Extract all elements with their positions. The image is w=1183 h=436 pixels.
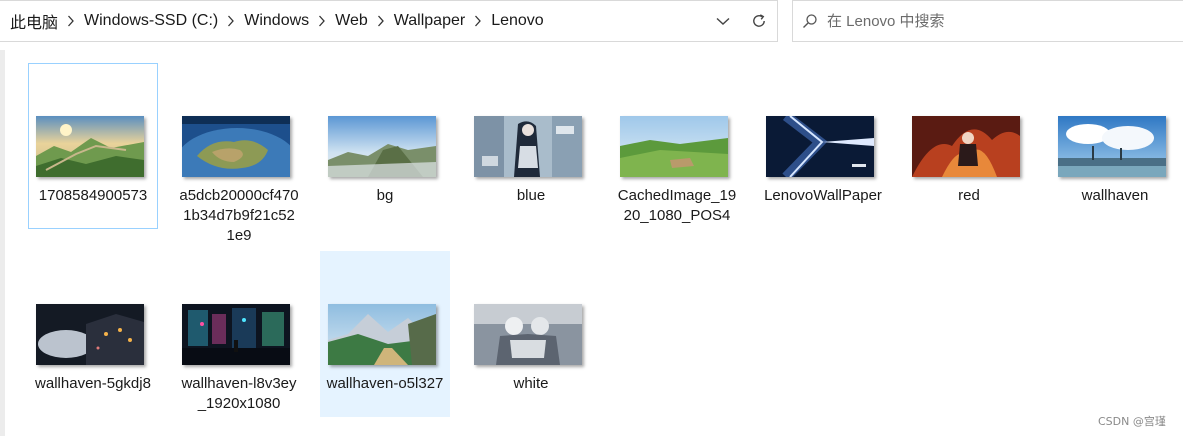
chevron-down-icon xyxy=(716,17,730,25)
file-name: LenovoWallPaper xyxy=(764,187,882,204)
thumbnail xyxy=(1058,116,1166,177)
history-dropdown-button[interactable] xyxy=(705,1,741,41)
file-item[interactable]: 1708584900573 xyxy=(28,63,158,229)
file-item[interactable]: wallhaven-o5l327 xyxy=(320,251,450,417)
breadcrumb: 此电脑 Windows-SSD (C:) Windows Web Wallpap… xyxy=(0,1,705,41)
thumbnail xyxy=(912,116,1020,177)
file-name: white xyxy=(513,375,549,392)
breadcrumb-this-pc[interactable]: 此电脑 xyxy=(10,9,58,33)
thumbnail xyxy=(328,116,436,177)
file-name: CachedImage_1920_1080_POS4 xyxy=(617,187,737,224)
breadcrumb-windows[interactable]: Windows xyxy=(244,12,309,30)
refresh-button[interactable] xyxy=(741,1,777,41)
file-item[interactable]: blue xyxy=(466,63,596,209)
search-icon xyxy=(793,13,827,29)
chevron-right-icon[interactable] xyxy=(309,1,335,41)
navigation-bar: 此电脑 Windows-SSD (C:) Windows Web Wallpap… xyxy=(0,0,1183,47)
file-name: wallhaven xyxy=(1081,187,1149,204)
breadcrumb-lenovo[interactable]: Lenovo xyxy=(491,12,544,30)
breadcrumb-web[interactable]: Web xyxy=(335,12,368,30)
thumbnail xyxy=(182,116,290,177)
file-name: a5dcb20000cf4701b34d7b9f21c521e9 xyxy=(179,187,299,244)
file-item[interactable]: CachedImage_1920_1080_POS4 xyxy=(612,63,742,229)
file-name: bg xyxy=(376,187,394,204)
search-box[interactable] xyxy=(792,0,1183,42)
file-name: 1708584900573 xyxy=(38,187,148,204)
thumbnail xyxy=(474,116,582,177)
file-item[interactable]: red xyxy=(904,63,1034,209)
file-name: blue xyxy=(516,187,546,204)
chevron-right-icon[interactable] xyxy=(218,1,244,41)
file-name: wallhaven-l8v3ey_1920x1080 xyxy=(181,375,297,412)
file-item[interactable]: LenovoWallPaper xyxy=(758,63,888,229)
address-bar[interactable]: 此电脑 Windows-SSD (C:) Windows Web Wallpap… xyxy=(0,0,778,42)
navigation-pane-edge xyxy=(0,50,5,436)
thumbnail xyxy=(36,304,144,365)
chevron-right-icon[interactable] xyxy=(368,1,394,41)
file-item[interactable]: wallhaven xyxy=(1050,63,1180,209)
chevron-right-icon[interactable] xyxy=(465,1,491,41)
breadcrumb-wallpaper[interactable]: Wallpaper xyxy=(394,12,465,30)
file-item[interactable]: white xyxy=(466,251,596,397)
file-name: red xyxy=(958,187,980,204)
file-item[interactable]: wallhaven-5gkdj8 xyxy=(28,251,158,417)
search-input[interactable] xyxy=(827,12,1157,30)
thumbnail xyxy=(474,304,582,365)
thumbnail xyxy=(766,116,874,177)
thumbnail xyxy=(328,304,436,365)
thumbnail xyxy=(620,116,728,177)
refresh-icon xyxy=(753,14,765,27)
file-item[interactable]: a5dcb20000cf4701b34d7b9f21c521e9 xyxy=(174,63,304,253)
thumbnail xyxy=(36,116,144,177)
breadcrumb-drive[interactable]: Windows-SSD (C:) xyxy=(84,12,218,30)
file-item[interactable]: bg xyxy=(320,63,450,209)
file-name: wallhaven-5gkdj8 xyxy=(35,375,151,392)
chevron-right-icon[interactable] xyxy=(58,1,84,41)
watermark: CSDN @宫瑾 xyxy=(1098,415,1166,428)
thumbnail xyxy=(182,304,290,365)
file-item[interactable]: wallhaven-l8v3ey_1920x1080 xyxy=(174,251,304,417)
file-name: wallhaven-o5l327 xyxy=(326,375,444,392)
file-list: 1708584900573 a5dcb20000cf4701b34d7b9f21… xyxy=(20,58,1183,436)
